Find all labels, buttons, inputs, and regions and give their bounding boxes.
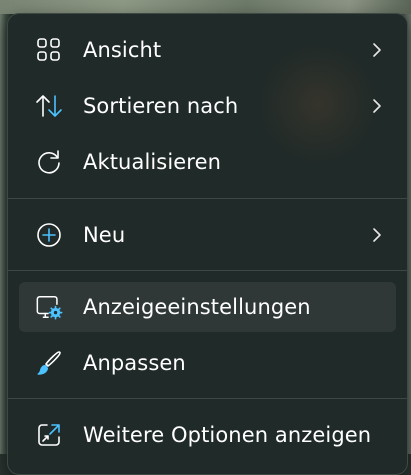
grid-view-icon <box>35 36 63 64</box>
menu-item-label: Ansicht <box>83 38 162 62</box>
menu-item-show-more-options[interactable]: Weitere Optionen anzeigen <box>19 410 396 460</box>
menu-item-label: Anzeigeeinstellungen <box>83 295 311 319</box>
desktop-context-menu: Ansicht Sortieren nach Aktualisieren Neu… <box>7 13 408 475</box>
menu-item-label: Weitere Optionen anzeigen <box>83 423 372 447</box>
menu-item-new[interactable]: Neu <box>19 210 396 260</box>
menu-item-display-settings[interactable]: Anzeigeeinstellungen <box>19 282 396 332</box>
desktop-wallpaper-strip <box>0 0 411 14</box>
menu-item-view[interactable]: Ansicht <box>19 25 396 75</box>
add-circle-icon <box>35 221 63 249</box>
menu-separator <box>8 270 407 271</box>
chevron-right-icon <box>370 40 384 60</box>
menu-item-label: Neu <box>83 223 126 247</box>
chevron-right-icon <box>370 225 384 245</box>
chevron-right-icon <box>370 96 384 116</box>
menu-item-label: Sortieren nach <box>83 94 239 118</box>
menu-item-sort-by[interactable]: Sortieren nach <box>19 81 396 131</box>
menu-separator <box>8 398 407 399</box>
paintbrush-icon <box>35 349 63 377</box>
menu-separator <box>8 198 407 199</box>
menu-item-refresh[interactable]: Aktualisieren <box>19 137 396 187</box>
menu-item-personalize[interactable]: Anpassen <box>19 338 396 388</box>
display-settings-icon <box>35 293 63 321</box>
sort-arrows-icon <box>35 92 63 120</box>
refresh-icon <box>35 148 63 176</box>
menu-item-label: Aktualisieren <box>83 150 222 174</box>
open-external-icon <box>35 421 63 449</box>
menu-item-label: Anpassen <box>83 351 186 375</box>
